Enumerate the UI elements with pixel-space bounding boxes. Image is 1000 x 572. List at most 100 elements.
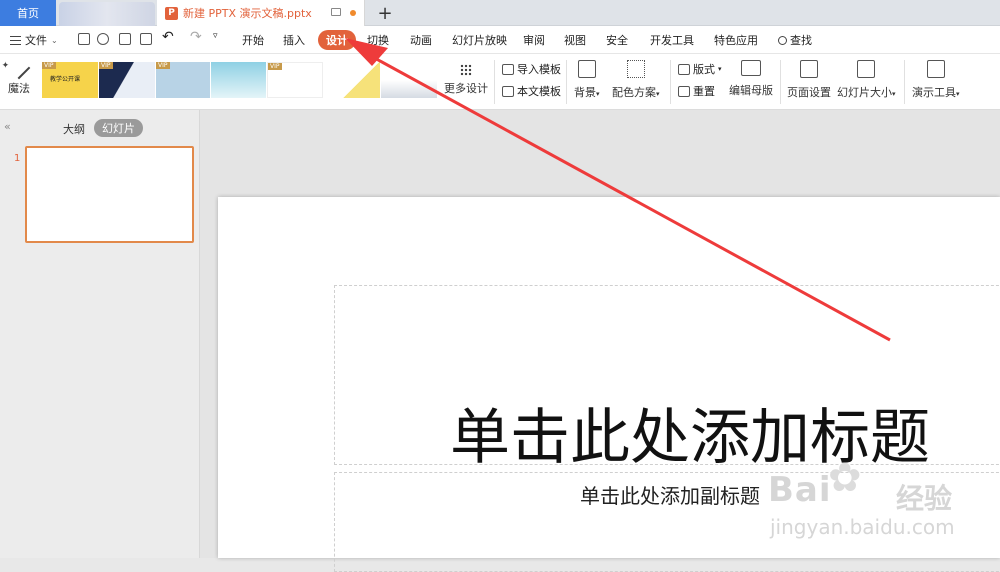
title-tab-bar: 首页 P 新建 PPTX 演示文稿.pptx + bbox=[0, 0, 1000, 26]
hamburger-icon bbox=[10, 35, 21, 45]
divider bbox=[780, 60, 781, 104]
design-template-6[interactable] bbox=[324, 62, 380, 98]
chevron-down-icon: ⌄ bbox=[51, 35, 58, 45]
divider bbox=[904, 60, 905, 104]
more-design-label: 更多设计 bbox=[444, 82, 488, 95]
template-title: 教学公开课 bbox=[50, 76, 81, 83]
menu-slideshow[interactable]: 幻灯片放映 bbox=[452, 32, 507, 48]
design-template-1[interactable]: VIP 教学公开课 bbox=[42, 62, 98, 98]
vip-badge: VIP bbox=[99, 62, 113, 69]
design-ribbon: 魔法 VIP 教学公开课 VIP VIP VIP 更多设计 导入模板 本文模板 … bbox=[0, 54, 1000, 110]
color-scheme-label: 配色方案 bbox=[612, 86, 656, 99]
watermark-brand: Bai bbox=[768, 470, 832, 510]
menu-view[interactable]: 视图 bbox=[564, 32, 586, 48]
paw-logo-icon: ✿ bbox=[828, 455, 862, 501]
subtitle-placeholder-text[interactable]: 单击此处添加副标题 bbox=[580, 480, 760, 509]
vip-badge: VIP bbox=[42, 62, 56, 69]
tab-slides[interactable]: 幻灯片 bbox=[94, 119, 143, 137]
tab-document[interactable]: P 新建 PPTX 演示文稿.pptx bbox=[157, 0, 365, 26]
print-icon[interactable] bbox=[119, 33, 131, 45]
redo-icon[interactable]: ↷ bbox=[190, 29, 202, 45]
template-icon bbox=[502, 85, 514, 97]
menu-bar: 文件 ⌄ ↶ ↷ ▿ 开始 插入 设计 切换 动画 幻灯片放映 审阅 视图 安全… bbox=[0, 26, 1000, 54]
tab-blurred[interactable] bbox=[59, 2, 155, 26]
customize-quick-access-icon[interactable]: ▿ bbox=[213, 31, 218, 41]
background-icon bbox=[577, 60, 596, 78]
file-menu[interactable]: 文件 ⌄ bbox=[10, 32, 58, 48]
slides-panel: « 大纲 幻灯片 1 bbox=[0, 110, 200, 558]
menu-review[interactable]: 审阅 bbox=[523, 32, 545, 48]
import-template-label: 导入模板 bbox=[517, 63, 561, 76]
layout-label: 版式 bbox=[693, 63, 715, 76]
color-scheme-button[interactable]: 配色方案▾ bbox=[612, 60, 660, 100]
export-icon[interactable] bbox=[97, 33, 109, 45]
layout-icon bbox=[678, 63, 690, 75]
tab-outline[interactable]: 大纲 bbox=[63, 121, 85, 137]
more-design-button[interactable]: 更多设计 bbox=[444, 64, 488, 96]
design-template-3[interactable]: VIP bbox=[156, 62, 210, 98]
search-label: 查找 bbox=[790, 34, 812, 47]
slide-number: 1 bbox=[14, 153, 21, 164]
magic-label: 魔法 bbox=[8, 82, 30, 95]
menu-animation[interactable]: 动画 bbox=[410, 32, 432, 48]
slide-size-button[interactable]: 幻灯片大小▾ bbox=[837, 60, 896, 100]
menu-insert[interactable]: 插入 bbox=[283, 32, 305, 48]
vip-badge: VIP bbox=[268, 63, 282, 70]
menu-transition[interactable]: 切换 bbox=[367, 32, 389, 48]
background-button[interactable]: 背景▾ bbox=[574, 60, 600, 100]
dropdown-caret-icon: ▾ bbox=[656, 90, 660, 98]
wps-presentation-icon: P bbox=[165, 6, 178, 20]
page-setup-label: 页面设置 bbox=[787, 86, 831, 99]
vip-badge: VIP bbox=[156, 62, 170, 69]
save-icon[interactable] bbox=[78, 33, 90, 45]
baidu-jingyan-watermark: Bai ✿ 经验 jingyan.baidu.com bbox=[768, 455, 998, 555]
search-button[interactable]: 查找 bbox=[778, 32, 812, 48]
design-template-7[interactable] bbox=[381, 62, 437, 98]
divider bbox=[494, 60, 495, 104]
dropdown-caret-icon: ▾ bbox=[892, 90, 896, 98]
background-label: 背景 bbox=[574, 86, 596, 99]
grid-icon bbox=[460, 64, 472, 76]
dropdown-caret-icon: ▾ bbox=[596, 90, 600, 98]
reset-label: 重置 bbox=[693, 85, 715, 98]
page-setup-icon bbox=[800, 60, 818, 78]
undo-icon[interactable]: ↶ bbox=[162, 29, 174, 45]
layout-button[interactable]: 版式 ▾ bbox=[678, 61, 722, 77]
edit-master-button[interactable]: 编辑母版 bbox=[729, 60, 773, 98]
divider bbox=[670, 60, 671, 104]
file-menu-label: 文件 bbox=[25, 34, 47, 47]
menu-start[interactable]: 开始 bbox=[242, 32, 264, 48]
slide-size-icon bbox=[857, 60, 876, 78]
magic-button[interactable]: 魔法 bbox=[5, 56, 33, 96]
unsaved-dot-icon bbox=[350, 10, 356, 16]
watermark-url: jingyan.baidu.com bbox=[770, 515, 955, 539]
monitor-icon[interactable] bbox=[331, 8, 341, 16]
menu-design[interactable]: 设计 bbox=[318, 30, 356, 50]
this-template-label: 本文模板 bbox=[517, 85, 561, 98]
menu-security[interactable]: 安全 bbox=[606, 32, 628, 48]
design-template-4[interactable] bbox=[211, 62, 266, 98]
magic-wand-icon bbox=[7, 56, 31, 80]
page-setup-button[interactable]: 页面设置 bbox=[787, 60, 831, 100]
slide-thumbnail[interactable] bbox=[25, 146, 194, 243]
import-template-button[interactable]: 导入模板 bbox=[502, 61, 561, 77]
menu-features[interactable]: 特色应用 bbox=[714, 32, 758, 48]
design-template-5[interactable]: VIP bbox=[267, 62, 323, 98]
presentation-tools-button[interactable]: 演示工具▾ bbox=[912, 60, 960, 100]
new-tab-button[interactable]: + bbox=[375, 2, 395, 24]
slide-size-label: 幻灯片大小 bbox=[837, 86, 892, 99]
color-scheme-icon bbox=[626, 60, 645, 78]
presentation-tools-label: 演示工具 bbox=[912, 86, 956, 99]
menu-developer[interactable]: 开发工具 bbox=[650, 32, 694, 48]
this-template-button[interactable]: 本文模板 bbox=[502, 83, 561, 99]
reset-button[interactable]: 重置 bbox=[678, 83, 715, 99]
edit-master-label: 编辑母版 bbox=[729, 84, 773, 97]
search-icon bbox=[778, 35, 787, 45]
reset-icon bbox=[678, 85, 690, 97]
watermark-brand-cn: 经验 bbox=[896, 482, 953, 515]
print-preview-icon[interactable] bbox=[140, 33, 152, 45]
collapse-panel-icon[interactable]: « bbox=[4, 120, 11, 133]
tab-home[interactable]: 首页 bbox=[0, 0, 56, 26]
design-template-2[interactable]: VIP bbox=[99, 62, 155, 98]
dropdown-caret-icon: ▾ bbox=[718, 65, 722, 73]
